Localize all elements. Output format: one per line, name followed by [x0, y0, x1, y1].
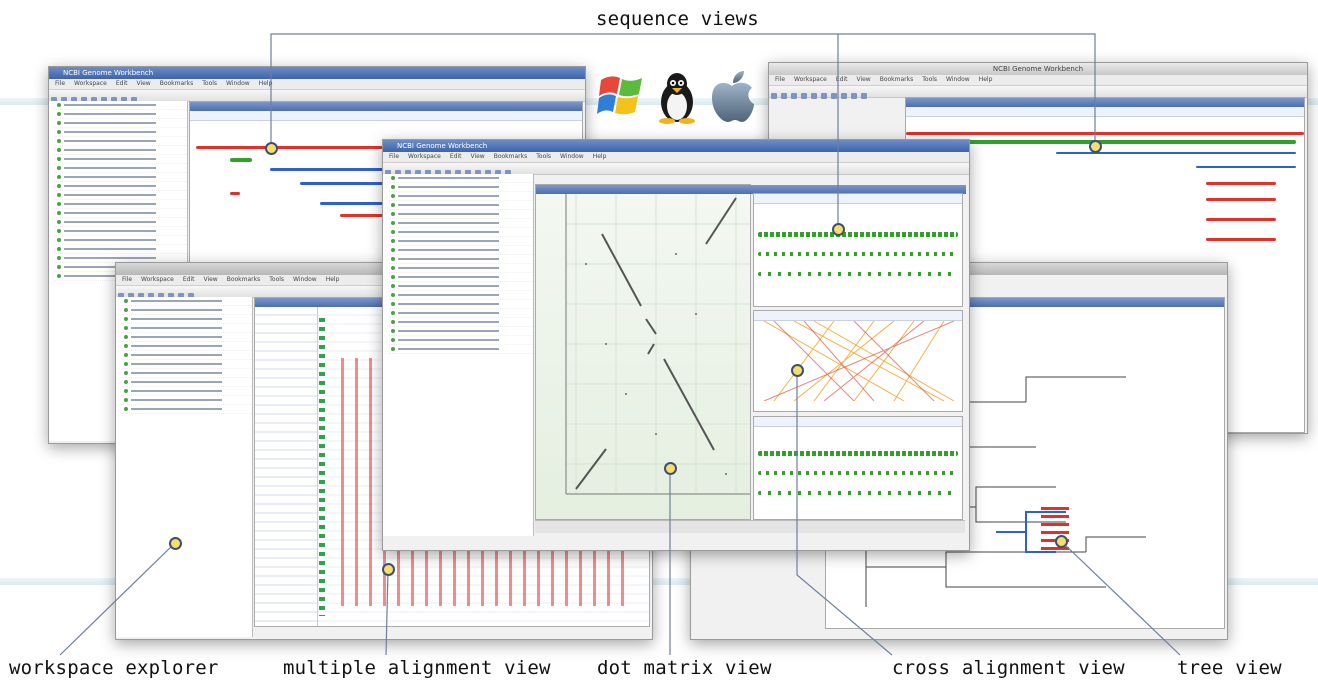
label-multiple-alignment-view: multiple alignment view — [283, 657, 551, 679]
label-sequence-views: sequence views — [596, 8, 759, 30]
label-tree-view: tree view — [1177, 657, 1282, 679]
callout-dot-cross-alignment — [791, 364, 804, 377]
callout-dot-sequence-view-left — [265, 142, 278, 155]
callout-dot-sequence-view-right — [1089, 140, 1102, 153]
callout-dot-workspace-explorer — [169, 537, 182, 550]
label-cross-alignment-view: cross alignment view — [892, 657, 1125, 679]
callout-leader-lines — [59, 33, 1181, 656]
label-dot-matrix-view: dot matrix view — [597, 657, 772, 679]
callout-dot-tree-view — [1055, 535, 1068, 548]
callout-dot-dot-matrix — [664, 462, 677, 475]
label-workspace-explorer: workspace explorer — [9, 657, 219, 679]
callout-dot-sequence-view-center — [832, 223, 845, 236]
callout-dot-multiple-alignment — [382, 563, 395, 576]
